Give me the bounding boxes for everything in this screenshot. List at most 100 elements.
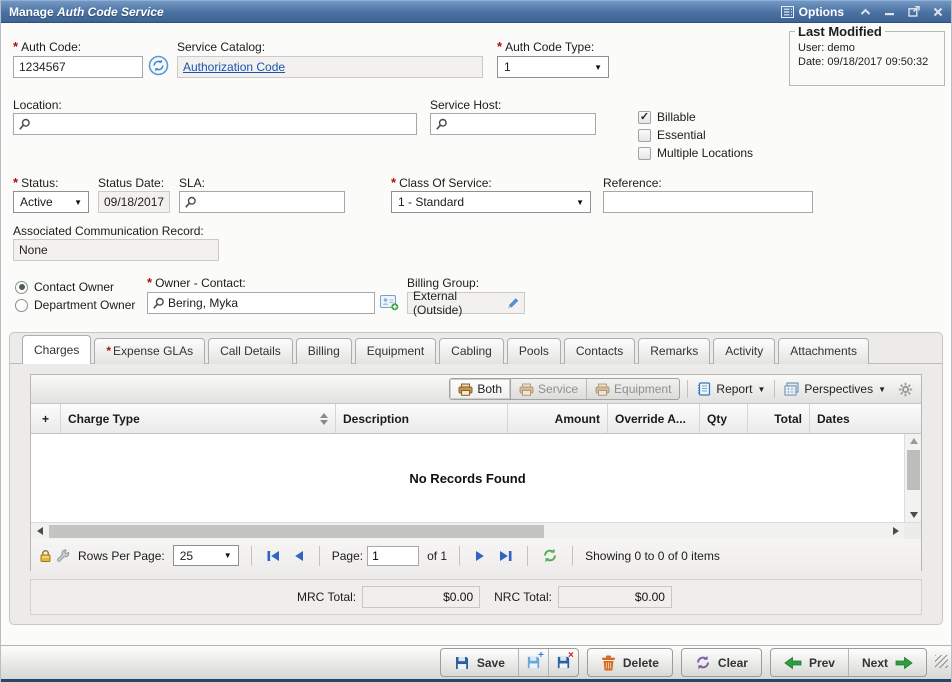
- delete-button[interactable]: Delete: [587, 648, 673, 677]
- lock-icon[interactable]: [39, 549, 52, 563]
- auth-code-label: *Auth Code:: [13, 40, 81, 54]
- chevron-down-icon: [878, 385, 886, 394]
- grid-toolbar: Both Service Equipment Report: [31, 375, 921, 404]
- multiple-locations-label: Multiple Locations: [657, 146, 753, 160]
- save-button[interactable]: Save: [441, 649, 518, 676]
- col-qty[interactable]: Qty: [700, 404, 748, 433]
- save-and-new-button[interactable]: +: [518, 649, 548, 676]
- tab-attachments[interactable]: Attachments: [778, 338, 869, 364]
- essential-checkbox-row: Essential: [638, 128, 706, 142]
- contact-owner-radio[interactable]: [15, 281, 28, 294]
- multiple-locations-checkbox[interactable]: [638, 147, 651, 160]
- tab-remarks[interactable]: Remarks: [638, 338, 710, 364]
- col-override-amount[interactable]: Override A...: [608, 404, 700, 433]
- horizontal-scroll-thumb[interactable]: [49, 525, 544, 538]
- save-and-close-button[interactable]: ×: [548, 649, 578, 676]
- generate-code-icon[interactable]: [148, 55, 169, 76]
- rows-per-page-select[interactable]: 25: [173, 545, 239, 566]
- tab-billing[interactable]: Billing: [296, 338, 352, 364]
- next-arrow-icon: [895, 656, 913, 670]
- tab-contacts[interactable]: Contacts: [564, 338, 635, 364]
- billing-group-field: External (Outside): [407, 292, 525, 314]
- service-catalog-link[interactable]: Authorization Code: [183, 60, 285, 74]
- auth-code-type-select[interactable]: 1: [497, 56, 609, 78]
- col-charge-type[interactable]: Charge Type: [61, 404, 336, 433]
- trash-icon: [601, 655, 616, 671]
- scroll-up-icon[interactable]: [905, 434, 922, 448]
- filter-both-button[interactable]: Both: [450, 379, 511, 399]
- nrc-total-label: NRC Total:: [494, 590, 552, 604]
- col-total[interactable]: Total: [748, 404, 810, 433]
- options-label: Options: [799, 5, 844, 19]
- minimize-icon[interactable]: [884, 8, 895, 16]
- mrc-total-label: MRC Total:: [297, 590, 356, 604]
- popout-icon[interactable]: [908, 6, 920, 17]
- col-description[interactable]: Description: [336, 404, 508, 433]
- wrench-icon[interactable]: [56, 549, 70, 563]
- last-page-button[interactable]: [496, 548, 515, 564]
- department-owner-radio[interactable]: [15, 299, 28, 312]
- close-icon[interactable]: [933, 7, 943, 17]
- essential-label: Essential: [657, 128, 706, 142]
- refresh-icon[interactable]: [540, 546, 560, 565]
- location-search-input[interactable]: [13, 113, 417, 135]
- charges-grid: Both Service Equipment Report: [30, 374, 922, 571]
- report-button[interactable]: Report: [695, 382, 767, 396]
- billable-checkbox[interactable]: [638, 111, 651, 124]
- sort-icon[interactable]: [320, 413, 328, 425]
- required-asterisk: *: [13, 178, 18, 188]
- tab-expense-glas[interactable]: *Expense GLAs: [94, 338, 205, 364]
- add-contact-icon[interactable]: [380, 294, 399, 311]
- col-add[interactable]: +: [31, 404, 61, 433]
- tab-cabling[interactable]: Cabling: [439, 338, 504, 364]
- status-select[interactable]: Active: [13, 191, 89, 213]
- vertical-scrollbar[interactable]: [904, 434, 921, 522]
- scroll-right-icon[interactable]: [887, 523, 904, 540]
- scrollbar-corner: [904, 522, 921, 539]
- required-asterisk: *: [147, 278, 152, 288]
- prev-page-button[interactable]: [291, 548, 307, 564]
- totals-row: MRC Total: $0.00 NRC Total: $0.00: [30, 579, 922, 615]
- tab-pools[interactable]: Pools: [507, 338, 561, 364]
- col-amount[interactable]: Amount: [508, 404, 608, 433]
- grid-settings-gear-icon[interactable]: [898, 382, 913, 397]
- report-icon: [697, 382, 711, 396]
- department-owner-radio-row: Department Owner: [15, 298, 135, 312]
- page-number-input[interactable]: [367, 546, 419, 566]
- horizontal-scrollbar[interactable]: [31, 522, 904, 539]
- reference-input[interactable]: [603, 191, 813, 213]
- auth-code-input[interactable]: [13, 56, 143, 78]
- sla-search-input[interactable]: [179, 191, 345, 213]
- service-host-search-input[interactable]: [430, 113, 596, 135]
- tab-charges[interactable]: Charges: [22, 335, 91, 364]
- prev-button[interactable]: Prev: [771, 649, 848, 676]
- prev-arrow-icon: [784, 656, 802, 670]
- resize-grip[interactable]: [935, 655, 948, 668]
- pager-separator: [251, 546, 252, 566]
- pager-separator: [572, 546, 573, 566]
- next-page-button[interactable]: [472, 548, 488, 564]
- next-button[interactable]: Next: [848, 649, 926, 676]
- class-of-service-select[interactable]: 1 - Standard: [391, 191, 591, 213]
- tab-activity[interactable]: Activity: [713, 338, 775, 364]
- first-page-button[interactable]: [264, 548, 283, 564]
- essential-checkbox[interactable]: [638, 129, 651, 142]
- filter-equipment-button[interactable]: Equipment: [586, 379, 679, 399]
- page-of-label: of 1: [427, 549, 447, 563]
- collapse-icon[interactable]: [860, 8, 871, 16]
- perspectives-button[interactable]: Perspectives: [782, 382, 888, 396]
- assoc-comm-record-field: None: [13, 239, 219, 261]
- clear-button[interactable]: Clear: [681, 648, 762, 677]
- scroll-down-icon[interactable]: [905, 508, 922, 522]
- tab-call-details[interactable]: Call Details: [208, 338, 293, 364]
- service-icon: [519, 383, 534, 396]
- scroll-left-icon[interactable]: [31, 523, 48, 540]
- options-button[interactable]: Options: [781, 5, 844, 19]
- filter-service-button[interactable]: Service: [511, 379, 586, 399]
- owner-contact-search-input[interactable]: Bering, Myka: [147, 292, 375, 314]
- tab-equipment[interactable]: Equipment: [355, 338, 436, 364]
- nrc-total-field: $0.00: [558, 586, 672, 608]
- edit-pencil-icon[interactable]: [506, 297, 519, 310]
- col-dates[interactable]: Dates: [810, 404, 921, 433]
- vertical-scroll-thumb[interactable]: [907, 450, 920, 490]
